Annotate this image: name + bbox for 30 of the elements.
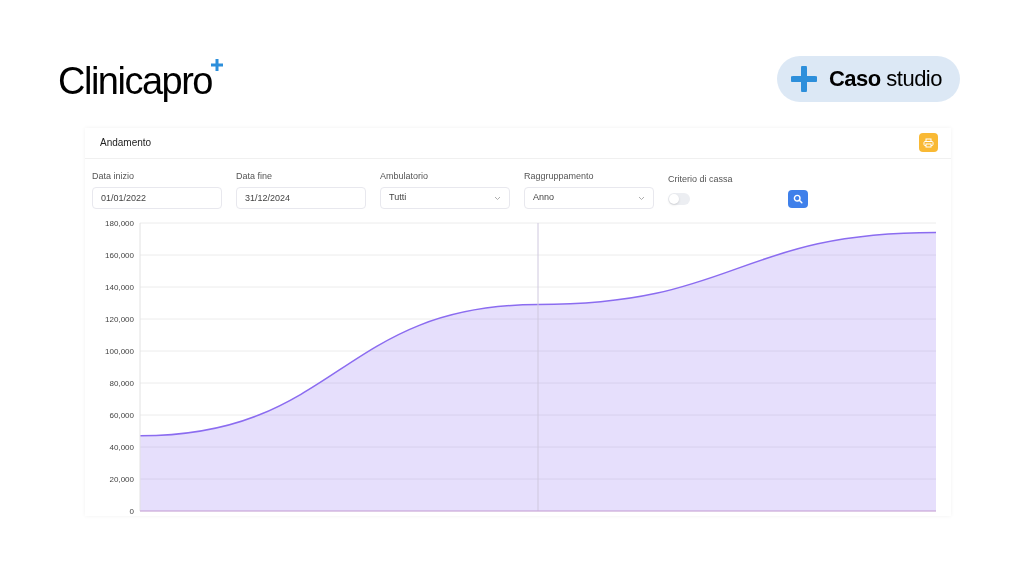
axis-label: 180,000: [105, 219, 134, 228]
field-label: Data fine: [236, 169, 274, 183]
select-field[interactable]: Tutti: [380, 187, 510, 209]
plus-icon: [790, 65, 817, 92]
axis-label: 20,000: [109, 475, 134, 484]
chevron-down-icon: [494, 195, 501, 201]
axis-label: 100,000: [105, 347, 134, 356]
field-label: Raggruppamento: [524, 169, 595, 183]
panel-title: Andamento: [100, 136, 152, 151]
field-label: Data inizio: [92, 169, 136, 183]
printer-icon: [923, 137, 934, 148]
select-field[interactable]: Anno: [524, 187, 654, 209]
chevron-down-icon: [638, 195, 645, 201]
logo: Clinicapro: [58, 61, 212, 100]
field-label: Ambulatorio: [380, 169, 430, 183]
axis-label: 120,000: [105, 315, 134, 324]
date-field[interactable]: 01/01/2022: [92, 187, 222, 209]
date-field[interactable]: 31/12/2024: [236, 187, 366, 209]
axis-label: 60,000: [109, 411, 134, 420]
badge-text: Caso studio: [828, 65, 942, 93]
search-button[interactable]: [788, 190, 808, 208]
axis-label: 0: [129, 507, 134, 516]
search-icon: [793, 194, 803, 204]
print-button[interactable]: [919, 133, 938, 153]
axis-label: 80,000: [109, 379, 134, 388]
field-label: Criterio di cassa: [668, 172, 734, 186]
axis-label: 140,000: [105, 283, 134, 292]
toggle-switch[interactable]: [668, 193, 690, 205]
axis-label: 160,000: [105, 251, 134, 260]
axis-label: 40,000: [109, 443, 134, 452]
